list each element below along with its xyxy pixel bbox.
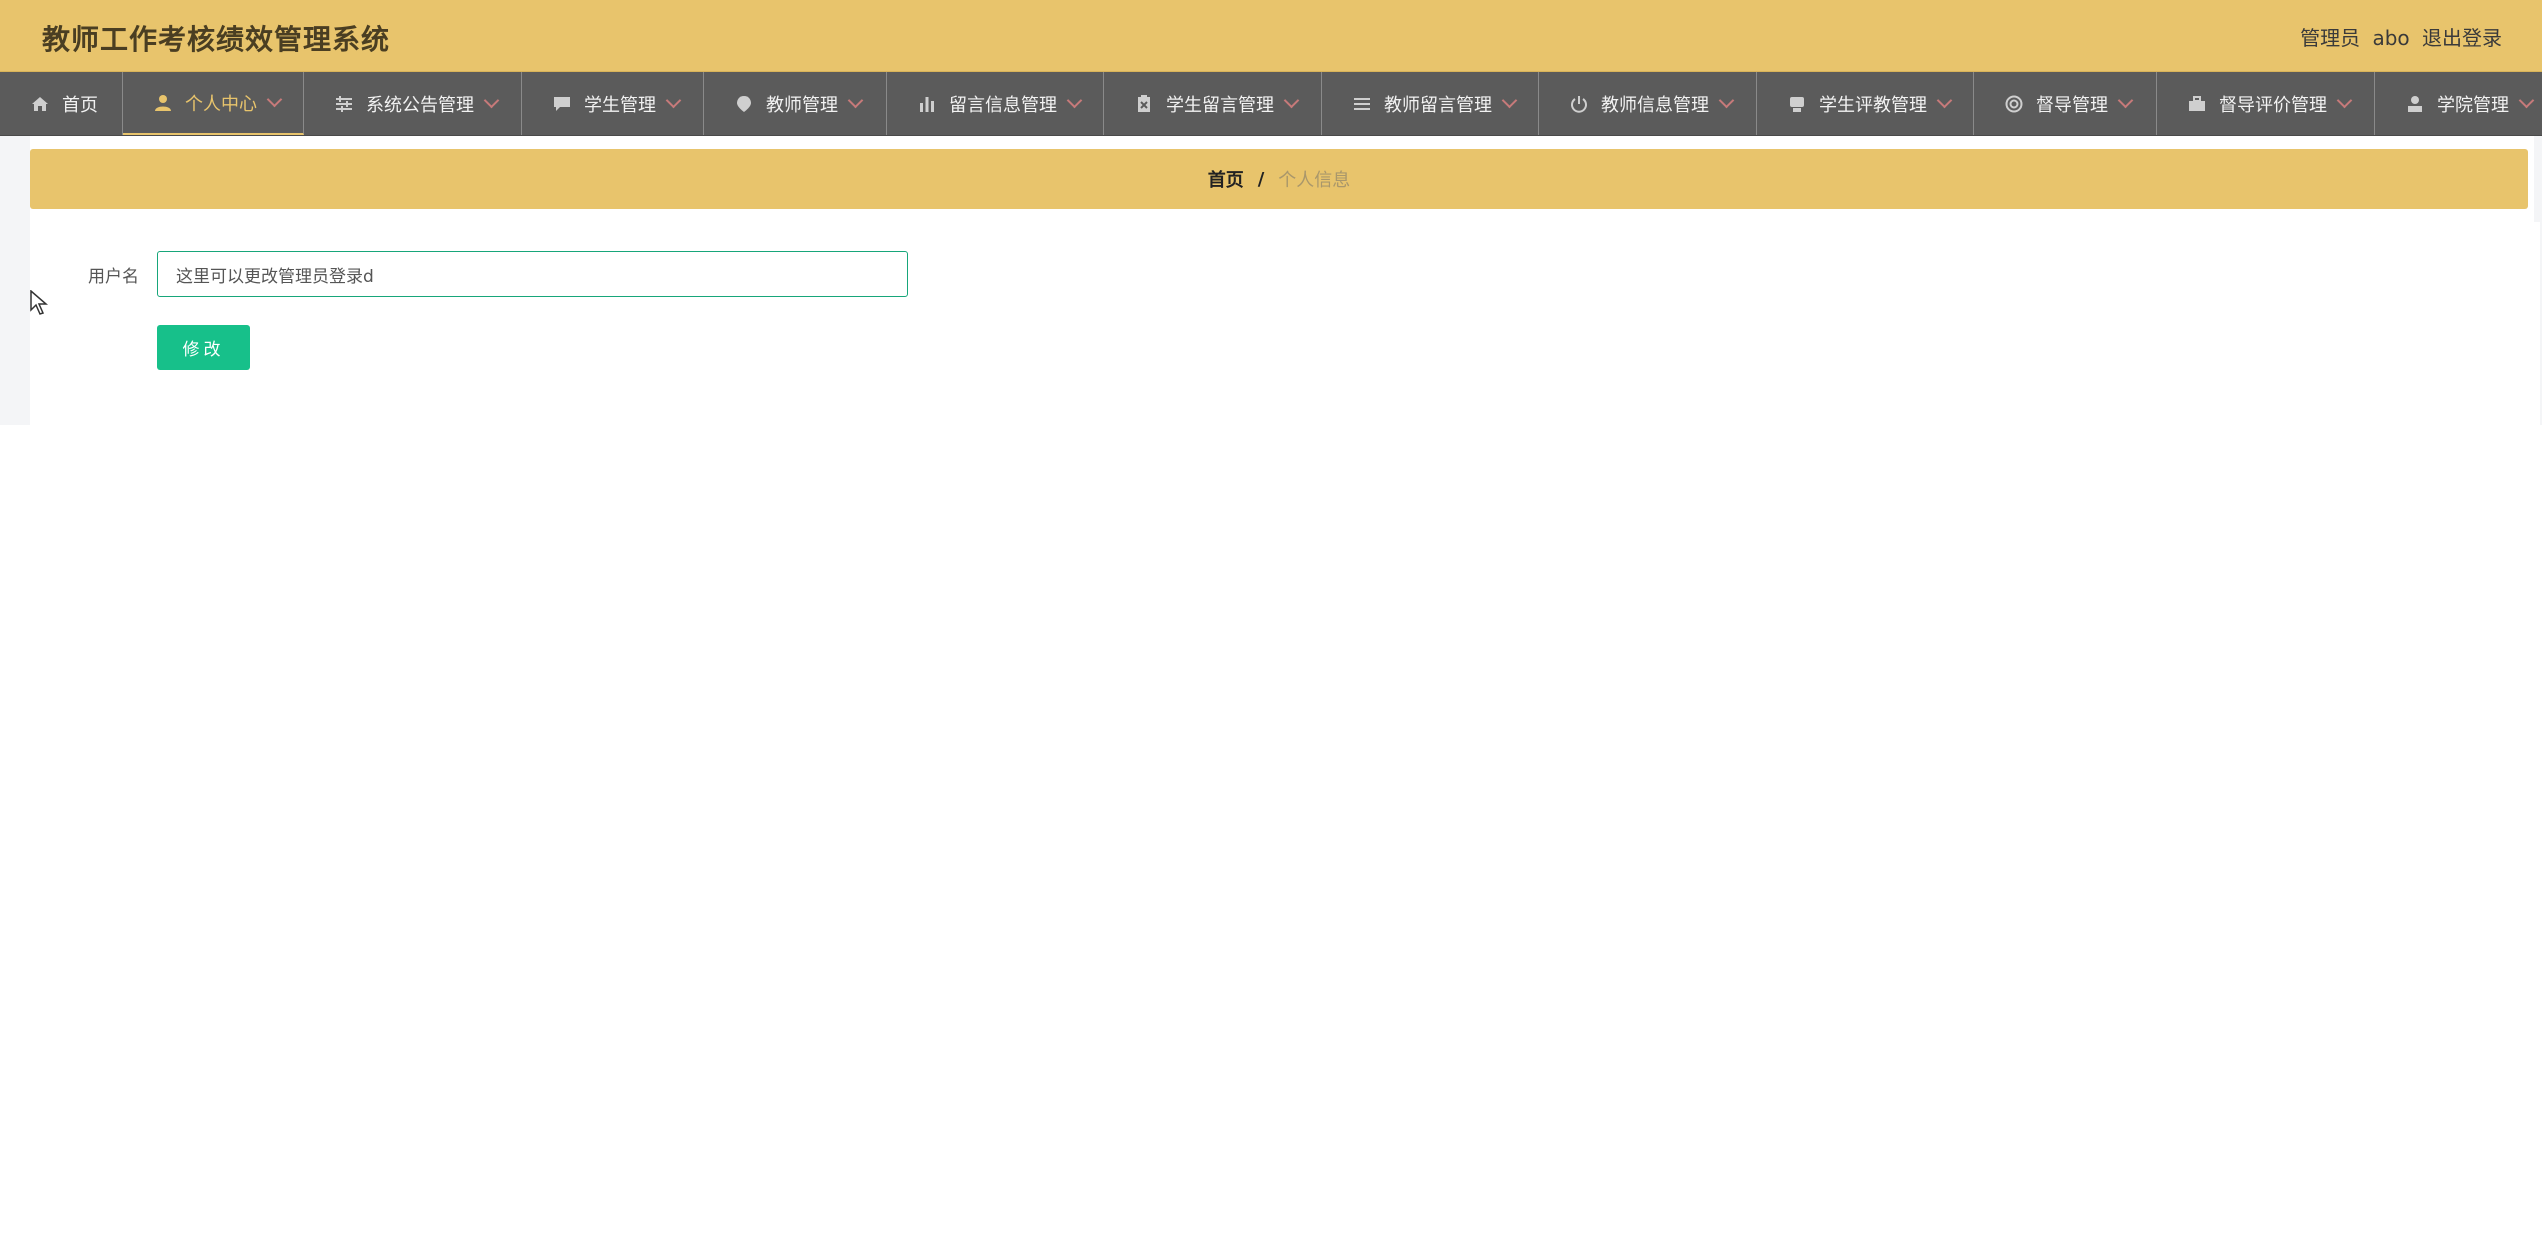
list-icon bbox=[1352, 94, 1372, 114]
top-header: 教师工作考核绩效管理系统 管理员 abo 退出登录 bbox=[0, 0, 2542, 72]
chevron-down-icon bbox=[2336, 92, 2353, 109]
chevron-down-icon bbox=[847, 92, 864, 109]
clipboard-icon bbox=[1134, 94, 1154, 114]
nav-item-student-messages[interactable]: 学生留言管理 bbox=[1104, 72, 1322, 135]
sliders-icon bbox=[334, 94, 354, 114]
chevron-down-icon bbox=[2117, 92, 2134, 109]
nav-label: 学生评教管理 bbox=[1819, 94, 1927, 116]
page-background-left bbox=[0, 136, 30, 425]
power-icon bbox=[1569, 94, 1589, 114]
user-area: 管理员 abo 退出登录 bbox=[2294, 22, 2502, 51]
chevron-down-icon bbox=[483, 92, 500, 109]
person-icon bbox=[2405, 94, 2425, 114]
chevron-down-icon bbox=[665, 92, 682, 109]
nav-label: 首页 bbox=[62, 94, 98, 116]
mouse-cursor-icon bbox=[30, 289, 49, 320]
chevron-down-icon bbox=[1718, 92, 1735, 109]
user-role: 管理员 bbox=[2300, 26, 2361, 50]
logout-button[interactable]: 退出登录 bbox=[2422, 26, 2502, 50]
app-title: 教师工作考核绩效管理系统 bbox=[42, 23, 391, 56]
nav-item-supervisors[interactable]: 督导管理 bbox=[1974, 72, 2157, 135]
nav-item-students[interactable]: 学生管理 bbox=[522, 72, 704, 135]
chevron-down-icon bbox=[1501, 92, 1518, 109]
home-icon bbox=[30, 94, 50, 114]
nav-item-colleges[interactable]: 学院管理 bbox=[2375, 72, 2542, 135]
nav-item-personal-center[interactable]: 个人中心 bbox=[123, 72, 304, 135]
chat-icon bbox=[552, 94, 572, 114]
breadcrumb: 首页 / 个人信息 bbox=[30, 149, 2528, 209]
breadcrumb-separator: / bbox=[1257, 168, 1265, 190]
lifebuoy-icon bbox=[2004, 94, 2024, 114]
nav-label: 教师信息管理 bbox=[1601, 94, 1709, 116]
bar-chart-icon bbox=[917, 94, 937, 114]
chevron-down-icon bbox=[1066, 92, 1083, 109]
nav-item-teacher-info[interactable]: 教师信息管理 bbox=[1539, 72, 1757, 135]
nav-label: 督导管理 bbox=[2036, 94, 2108, 116]
username-input[interactable] bbox=[157, 251, 908, 297]
nav-item-messages[interactable]: 留言信息管理 bbox=[887, 72, 1104, 135]
nav-label: 督导评价管理 bbox=[2219, 94, 2327, 116]
nav-item-announcements[interactable]: 系统公告管理 bbox=[304, 72, 522, 135]
chevron-down-icon bbox=[1936, 92, 1953, 109]
printer-icon bbox=[1787, 94, 1807, 114]
modify-button[interactable]: 修改 bbox=[157, 325, 250, 370]
chevron-down-icon bbox=[2518, 92, 2535, 109]
nav-item-home[interactable]: 首页 bbox=[0, 72, 123, 135]
nav-label: 学生留言管理 bbox=[1166, 94, 1274, 116]
user-icon bbox=[153, 93, 173, 113]
chevron-down-icon bbox=[266, 91, 283, 108]
nav-label: 系统公告管理 bbox=[366, 94, 474, 116]
nav-label: 留言信息管理 bbox=[949, 94, 1057, 116]
breadcrumb-current: 个人信息 bbox=[1278, 170, 1351, 191]
nav-item-student-evaluation[interactable]: 学生评教管理 bbox=[1757, 72, 1974, 135]
main-nav: 首页 个人中心 系统公告管理 学生管理 教师管理 留言信息管理 学生留言管理 教… bbox=[0, 72, 2542, 136]
nav-label: 个人中心 bbox=[185, 93, 257, 115]
chevron-down-icon bbox=[1283, 92, 1300, 109]
nav-item-supervisor-evaluation[interactable]: 督导评价管理 bbox=[2157, 72, 2375, 135]
username-label: 用户名 bbox=[88, 267, 139, 287]
nav-item-teacher-messages[interactable]: 教师留言管理 bbox=[1322, 72, 1539, 135]
user-name: abo bbox=[2372, 26, 2410, 50]
nav-label: 学院管理 bbox=[2437, 94, 2509, 116]
briefcase-icon bbox=[2187, 94, 2207, 114]
nav-item-teachers[interactable]: 教师管理 bbox=[704, 72, 887, 135]
nav-label: 教师管理 bbox=[766, 94, 838, 116]
nav-label: 学生管理 bbox=[584, 94, 656, 116]
location-pin-icon bbox=[734, 94, 754, 114]
nav-label: 教师留言管理 bbox=[1384, 94, 1492, 116]
breadcrumb-home[interactable]: 首页 bbox=[1208, 166, 1244, 192]
